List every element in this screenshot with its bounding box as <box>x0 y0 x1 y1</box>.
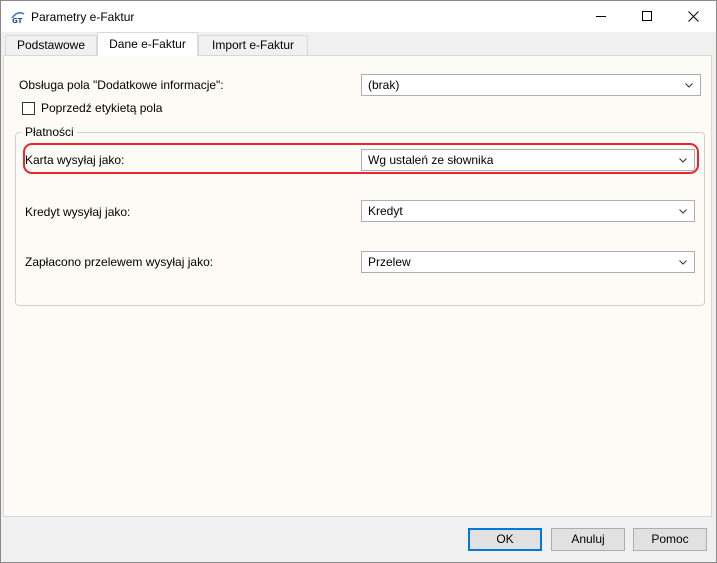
minimize-button[interactable] <box>578 1 624 32</box>
chevron-down-icon <box>679 260 687 265</box>
transfer-combo[interactable]: Przelew <box>361 251 695 273</box>
prefix-label-checkbox[interactable] <box>22 102 35 115</box>
transfer-label: Zapłacono przelewem wysyłaj jako: <box>25 255 214 269</box>
credit-value: Kredyt <box>368 204 403 218</box>
maximize-icon <box>642 11 652 21</box>
extra-info-value: (brak) <box>368 78 400 92</box>
tab-import-e-faktur[interactable]: Import e-Faktur <box>198 35 308 55</box>
transfer-value: Przelew <box>368 255 411 269</box>
credit-combo[interactable]: Kredyt <box>361 200 695 222</box>
chevron-down-icon <box>679 158 687 163</box>
maximize-button[interactable] <box>624 1 670 32</box>
svg-text:GT: GT <box>12 17 23 25</box>
dialog-window: GT Parametry e-Faktur Podstawowe Dane e-… <box>0 0 717 563</box>
close-icon <box>688 11 699 22</box>
card-combo[interactable]: Wg ustaleń ze słownika <box>361 149 695 171</box>
tab-strip: Podstawowe Dane e-Faktur Import e-Faktur <box>1 32 716 56</box>
payments-group-title: Płatności <box>22 125 77 139</box>
window-title: Parametry e-Faktur <box>31 10 135 24</box>
app-logo-icon: GT <box>10 9 26 25</box>
minimize-icon <box>596 16 606 17</box>
extra-info-combo[interactable]: (brak) <box>361 74 701 96</box>
close-button[interactable] <box>670 1 716 32</box>
cancel-button[interactable]: Anuluj <box>551 528 625 551</box>
title-bar[interactable]: GT Parametry e-Faktur <box>1 1 716 32</box>
credit-label: Kredyt wysyłaj jako: <box>25 205 131 219</box>
help-button[interactable]: Pomoc <box>633 528 707 551</box>
tab-podstawowe[interactable]: Podstawowe <box>5 35 97 55</box>
ok-button[interactable]: OK <box>468 528 542 551</box>
tab-content-panel: Obsługa pola "Dodatkowe informacje": (br… <box>3 55 712 517</box>
prefix-label-checkbox-label[interactable]: Poprzedź etykietą pola <box>41 101 162 115</box>
chevron-down-icon <box>679 209 687 214</box>
chevron-down-icon <box>685 83 693 88</box>
extra-info-label: Obsługa pola "Dodatkowe informacje": <box>19 78 224 92</box>
card-label: Karta wysyłaj jako: <box>25 153 125 167</box>
tab-dane-e-faktur[interactable]: Dane e-Faktur <box>97 32 198 56</box>
card-value: Wg ustaleń ze słownika <box>368 153 494 167</box>
